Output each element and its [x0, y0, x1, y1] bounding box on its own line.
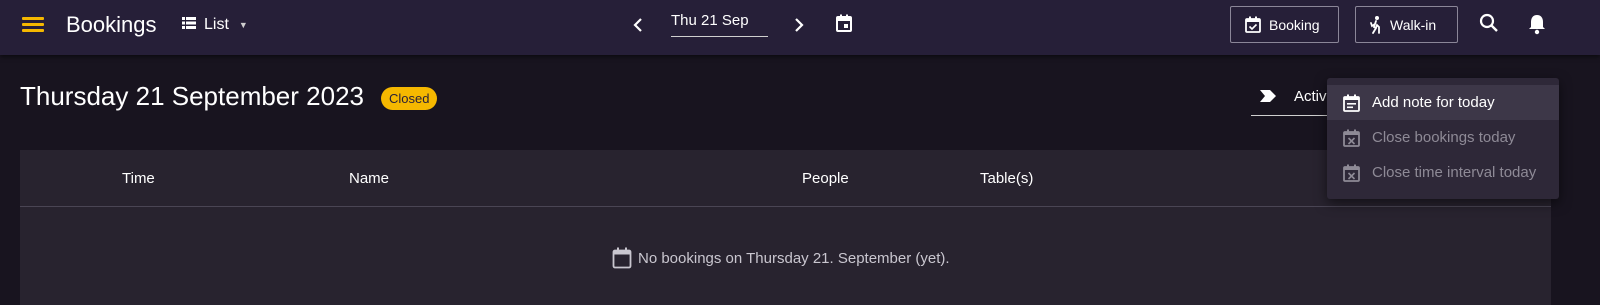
list-icon	[182, 16, 196, 34]
column-header-time[interactable]: Time	[122, 170, 155, 187]
new-booking-button[interactable]: Booking	[1230, 6, 1339, 43]
calendar-empty-icon	[612, 247, 632, 269]
menu-item-add-note[interactable]: Add note for today	[1327, 85, 1559, 120]
notifications-button[interactable]	[1527, 13, 1549, 35]
status-filter-label: Activ	[1294, 88, 1327, 105]
walk-in-button-label: Walk-in	[1390, 16, 1437, 33]
empty-state-text: No bookings on Thursday 21. September (y…	[638, 249, 950, 267]
bookings-table: Time Name People Table(s) No bookings on…	[20, 150, 1551, 305]
status-badge: Closed	[381, 87, 438, 110]
view-mode-label: List	[204, 16, 229, 33]
next-day-button[interactable]	[791, 14, 807, 36]
menu-item-label: Close bookings today	[1372, 129, 1516, 146]
calendar-icon	[836, 14, 852, 32]
menu-icon[interactable]	[22, 15, 44, 33]
chevron-left-icon	[633, 18, 642, 32]
chevron-right-icon	[795, 18, 804, 32]
date-input[interactable]: Thu 21 Sep	[671, 10, 768, 37]
bell-icon	[1529, 15, 1545, 35]
menu-item-label: Add note for today	[1372, 94, 1495, 111]
label-icon	[1260, 90, 1276, 102]
column-header-people[interactable]: People	[802, 170, 849, 187]
calendar-close-icon	[1343, 164, 1360, 182]
calendar-close-icon	[1343, 129, 1360, 147]
view-mode-select[interactable]: List ▼	[182, 15, 248, 35]
app-title: Bookings	[66, 12, 157, 37]
menu-item-close-bookings[interactable]: Close bookings today	[1327, 120, 1559, 155]
empty-state: No bookings on Thursday 21. September (y…	[612, 246, 950, 270]
search-button[interactable]	[1479, 13, 1501, 35]
menu-item-close-time-interval[interactable]: Close time interval today	[1327, 155, 1559, 190]
calendar-check-icon	[1245, 16, 1261, 33]
day-actions-menu: Add note for today Close bookings today …	[1327, 78, 1559, 199]
table-header-divider	[20, 206, 1551, 207]
current-date: Thu 21 Sep	[671, 12, 749, 29]
page-title: Thursday 21 September 2023	[20, 81, 364, 111]
booking-button-label: Booking	[1269, 16, 1320, 33]
walk-in-button[interactable]: Walk-in	[1355, 6, 1458, 43]
top-app-bar: Bookings List ▼ Thu 21 Sep Booking Walk-…	[0, 0, 1600, 55]
previous-day-button[interactable]	[630, 14, 646, 36]
menu-item-label: Close time interval today	[1372, 164, 1537, 181]
search-icon	[1479, 13, 1498, 32]
calendar-button[interactable]	[836, 14, 854, 34]
column-header-name[interactable]: Name	[349, 170, 389, 187]
note-icon	[1343, 94, 1360, 112]
dropdown-caret-icon: ▼	[238, 20, 248, 30]
walking-person-icon	[1370, 15, 1380, 34]
column-header-tables[interactable]: Table(s)	[980, 170, 1033, 187]
